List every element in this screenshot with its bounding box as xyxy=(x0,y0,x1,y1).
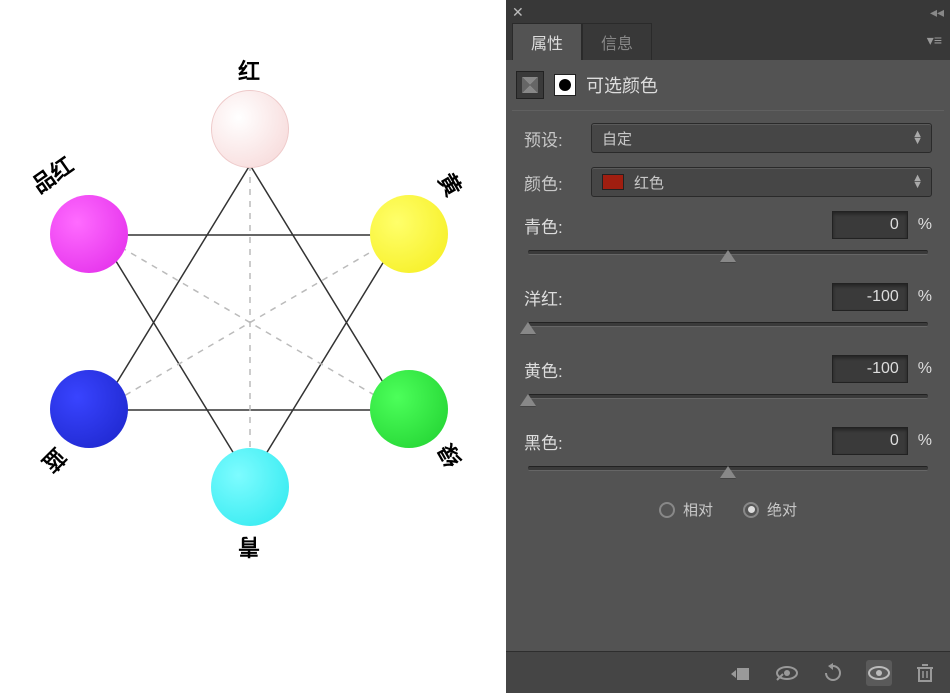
magenta-value-input[interactable] xyxy=(832,283,908,311)
reset-icon[interactable] xyxy=(820,660,846,686)
method-relative-radio[interactable]: 相对 xyxy=(659,499,713,520)
preset-value: 自定 xyxy=(602,128,632,149)
method-absolute-radio[interactable]: 绝对 xyxy=(743,499,797,520)
yellow-circle xyxy=(370,195,448,273)
view-previous-icon[interactable] xyxy=(774,660,800,686)
absolute-label: 绝对 xyxy=(767,499,797,520)
color-value: 红色 xyxy=(634,172,664,193)
percent-label: % xyxy=(918,288,932,306)
close-icon[interactable]: ✕ xyxy=(512,4,524,21)
black-slider[interactable] xyxy=(528,461,928,477)
yellow-slider[interactable] xyxy=(528,389,928,405)
color-dropdown[interactable]: 红色 ▲▼ xyxy=(591,167,932,197)
red-label: 红 xyxy=(238,54,260,86)
tab-properties[interactable]: 属性 xyxy=(512,23,582,60)
clip-to-layer-icon[interactable] xyxy=(728,660,754,686)
red-circle xyxy=(211,90,289,168)
dropdown-arrows-icon: ▲▼ xyxy=(912,175,923,189)
cyan-slider-label: 青色: xyxy=(524,213,563,238)
color-swatch xyxy=(602,174,624,190)
black-value-input[interactable] xyxy=(832,427,908,455)
color-wheel-diagram: 红 品红 黄 蓝 绿 青 xyxy=(0,0,506,693)
panel-menu-icon[interactable]: ▾≡ xyxy=(927,32,942,49)
panel-titlebar: ✕ ◂◂ xyxy=(506,0,950,24)
cyan-slider[interactable] xyxy=(528,245,928,261)
color-label: 颜色: xyxy=(524,170,579,195)
tab-info[interactable]: 信息 xyxy=(582,23,652,60)
dropdown-arrows-icon: ▲▼ xyxy=(912,131,923,145)
percent-label: % xyxy=(918,216,932,234)
relative-label: 相对 xyxy=(683,499,713,520)
visibility-icon[interactable] xyxy=(866,660,892,686)
percent-label: % xyxy=(918,360,932,378)
adjustment-header: 可选颜色 xyxy=(506,60,950,110)
cyan-label: 青 xyxy=(238,532,260,564)
properties-panel: ✕ ◂◂ 属性 信息 ▾≡ 可选颜色 预设: 自定 ▲▼ 颜色: 红色 ▲▼ xyxy=(506,0,950,693)
cyan-circle xyxy=(211,448,289,526)
panel-tabs: 属性 信息 ▾≡ xyxy=(506,24,950,60)
percent-label: % xyxy=(918,432,932,450)
adjustment-swatch-icon[interactable] xyxy=(554,74,576,96)
black-slider-label: 黑色: xyxy=(524,429,563,454)
magenta-circle xyxy=(50,195,128,273)
magenta-slider-label: 洋红: xyxy=(524,285,563,310)
blue-circle xyxy=(50,370,128,448)
panel-bottom-bar xyxy=(506,651,950,693)
preset-label: 预设: xyxy=(524,126,579,151)
yellow-value-input[interactable] xyxy=(832,355,908,383)
cyan-value-input[interactable] xyxy=(832,211,908,239)
collapse-icon[interactable]: ◂◂ xyxy=(930,4,944,21)
preset-dropdown[interactable]: 自定 ▲▼ xyxy=(591,123,932,153)
yellow-slider-label: 黄色: xyxy=(524,357,563,382)
green-circle xyxy=(370,370,448,448)
adjustment-title: 可选颜色 xyxy=(586,72,658,98)
adjustment-type-icon[interactable] xyxy=(516,71,544,99)
magenta-slider[interactable] xyxy=(528,317,928,333)
delete-icon[interactable] xyxy=(912,660,938,686)
